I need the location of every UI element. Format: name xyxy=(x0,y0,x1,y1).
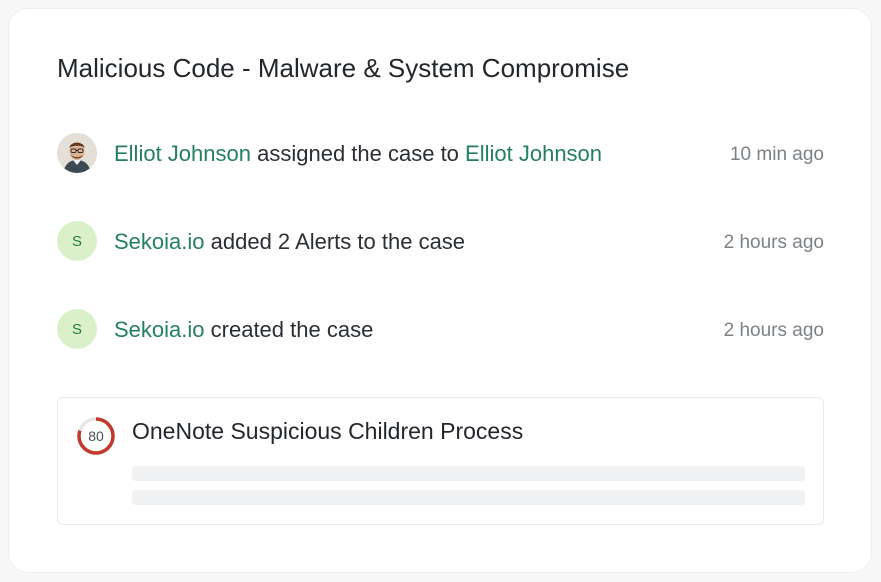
actor-link[interactable]: Sekoia.io xyxy=(114,229,205,254)
alert-card[interactable]: 80 OneNote Suspicious Children Process xyxy=(57,397,824,525)
activity-item: S Sekoia.io created the case 2 hours ago xyxy=(57,309,824,349)
activity-action: added 2 Alerts to the case xyxy=(210,229,466,254)
loading-placeholder xyxy=(132,466,805,481)
activity-text: Sekoia.io added 2 Alerts to the case xyxy=(114,229,465,255)
urgency-score: 80 xyxy=(88,428,104,444)
activity-time: 10 min ago xyxy=(729,144,824,165)
activity-item: Elliot Johnson assigned the case to Elli… xyxy=(57,133,824,173)
avatar[interactable]: S xyxy=(57,309,97,349)
activity-text: Sekoia.io created the case xyxy=(114,317,373,343)
activity-time: 2 hours ago xyxy=(723,232,824,253)
activity-text: Elliot Johnson assigned the case to Elli… xyxy=(114,141,602,167)
case-title: Malicious Code - Malware & System Compro… xyxy=(57,53,630,83)
activity-action: assigned the case to xyxy=(257,141,459,166)
activity-time: 2 hours ago xyxy=(723,320,824,341)
case-activity-card: Malicious Code - Malware & System Compro… xyxy=(8,8,872,573)
loading-placeholder xyxy=(132,490,805,505)
target-link[interactable]: Elliot Johnson xyxy=(465,141,602,166)
urgency-score-ring: 80 xyxy=(76,416,116,456)
user-photo-icon xyxy=(57,133,97,173)
actor-link[interactable]: Sekoia.io xyxy=(114,317,205,342)
avatar[interactable]: S xyxy=(57,221,97,261)
avatar[interactable] xyxy=(57,133,97,173)
actor-link[interactable]: Elliot Johnson xyxy=(114,141,251,166)
activity-item: S Sekoia.io added 2 Alerts to the case 2… xyxy=(57,221,824,261)
activity-action: created the case xyxy=(210,317,374,342)
alert-title[interactable]: OneNote Suspicious Children Process xyxy=(132,418,523,445)
